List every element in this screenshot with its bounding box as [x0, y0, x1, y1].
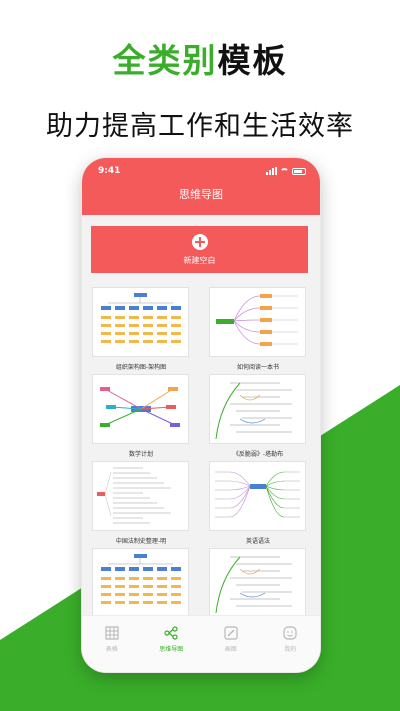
tab-table-label: 表格: [105, 646, 118, 653]
template-name: 数学计划: [128, 451, 153, 458]
status-icons: [266, 167, 306, 175]
status-time: 9:41: [98, 166, 121, 176]
template-name: 英语语法: [245, 538, 270, 545]
page-title: 思维导图: [179, 188, 223, 201]
template-card[interactable]: [92, 287, 189, 357]
signal-icon: [266, 167, 277, 175]
template-thumbnail: [215, 382, 292, 440]
tab-draw-label: 画图: [224, 646, 237, 653]
mindmap-icon: [164, 626, 178, 640]
headline-black-text: 模板: [217, 41, 288, 80]
profile-icon: [283, 626, 297, 640]
template-thumbnail: [97, 467, 171, 524]
bottom-tab-bar: 表格 思维导图 画图 我的: [82, 615, 320, 672]
promo-subline: 助力提高工作和生活效率: [46, 111, 354, 142]
plus-icon: [191, 234, 208, 250]
tab-profile[interactable]: 我的: [265, 626, 315, 672]
tab-table[interactable]: 表格: [87, 626, 137, 672]
template-name: 中国法制史整理-明: [115, 538, 167, 545]
tab-profile-label: 我的: [284, 646, 297, 653]
tab-mindmap-label: 思维导图: [159, 646, 184, 653]
new-blank-label: 新建空白: [183, 256, 216, 265]
template-thumbnail: [216, 294, 298, 346]
table-icon: [105, 626, 119, 640]
template-thumbnail: [215, 471, 300, 518]
template-card[interactable]: [209, 461, 306, 531]
template-card[interactable]: [92, 374, 189, 444]
template-name: 组织架构图-架构图: [115, 364, 167, 371]
draw-icon: [224, 626, 238, 640]
tab-draw[interactable]: 画图: [206, 626, 256, 672]
template-thumbnail: [101, 554, 181, 604]
template-card[interactable]: [92, 461, 189, 531]
phone-frame: 9:41 思维导图 新建空白 组织架构图-架构图 如何阅读一本书数学计划 《反脆弱》…: [82, 158, 320, 672]
wifi-icon: [280, 167, 289, 175]
headline-green-text: 全类别: [112, 41, 218, 80]
template-name: 如何阅读一本书: [236, 364, 279, 371]
promo-headline: 全类别模板: [0, 34, 400, 82]
template-thumbnail: [100, 387, 180, 427]
template-list[interactable]: 新建空白 组织架构图-架构图 如何阅读一本书数学计划 《反脆弱》-塔勒布中国法制史整…: [82, 215, 320, 615]
new-blank-button[interactable]: 新建空白: [91, 226, 308, 273]
battery-icon: [292, 167, 306, 175]
template-card[interactable]: [209, 287, 306, 357]
template-card[interactable]: [209, 548, 306, 615]
status-bar: 9:41: [82, 158, 320, 184]
template-thumbnail: [215, 556, 292, 614]
template-card[interactable]: [209, 374, 306, 444]
template-thumbnail: [101, 293, 181, 343]
app-header: 9:41 思维导图: [82, 158, 320, 215]
template-card[interactable]: [92, 548, 189, 615]
tab-mindmap[interactable]: 思维导图: [146, 626, 196, 672]
template-name: 《反脆弱》-塔勒布: [232, 451, 284, 458]
